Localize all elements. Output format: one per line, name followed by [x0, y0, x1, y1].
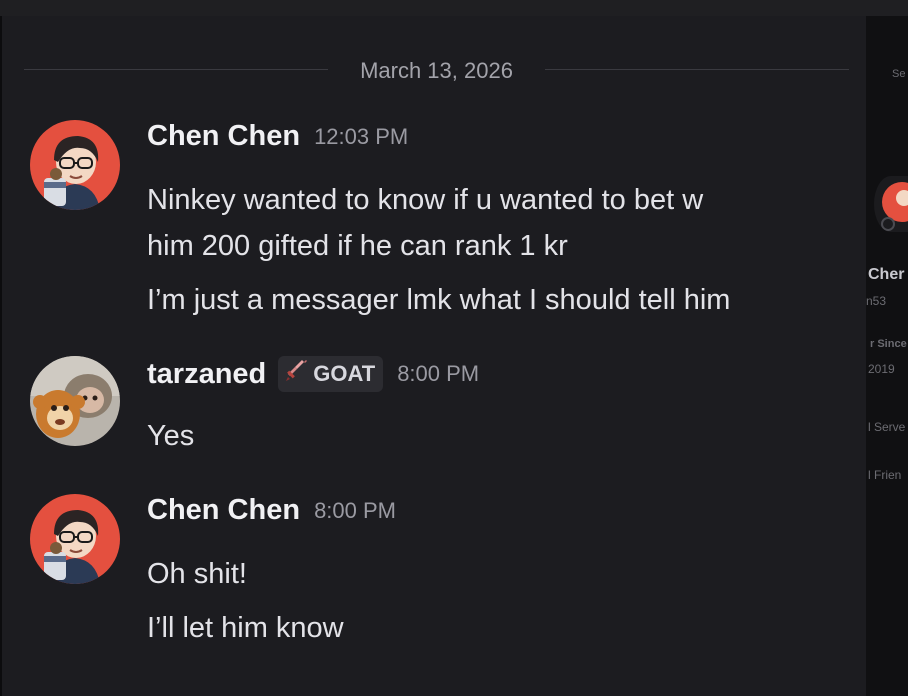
date-divider: March 13, 2026 [24, 58, 849, 83]
timestamp[interactable]: 8:00 PM [314, 498, 396, 524]
mutual-servers-label[interactable]: l Serve [868, 420, 905, 434]
sword-icon [284, 359, 313, 389]
username[interactable]: Chen Chen [147, 494, 300, 527]
avatar-tarzaned[interactable] [30, 356, 120, 446]
username[interactable]: tarzaned [147, 358, 266, 391]
divider-line-right [545, 69, 849, 70]
chat-panel: March 13, 2026 Chen Chen 12:03 PM Ninkey … [2, 16, 866, 696]
member-since-year: 2019 [868, 362, 895, 376]
message-text: Ninkey wanted to know if u wanted to bet… [147, 184, 704, 216]
profile-avatar[interactable] [874, 176, 908, 232]
timestamp[interactable]: 12:03 PM [314, 124, 408, 150]
divider-line-left [24, 69, 328, 70]
username[interactable]: Chen Chen [147, 120, 300, 153]
member-since-label: r Since [870, 338, 907, 350]
message-group: Chen Chen 12:03 PM Ninkey wanted to know … [30, 120, 860, 320]
message-text: I’ll let him know [147, 612, 344, 644]
avatar-chen-chen[interactable] [30, 120, 120, 210]
profile-top-label: Se [892, 68, 906, 80]
message-group: tarzaned GOAT 8:00 PM Yes [30, 356, 860, 456]
server-tag[interactable]: GOAT [278, 356, 384, 392]
mutual-friends-label[interactable]: l Frien [868, 468, 901, 482]
profile-handle: n53 [866, 294, 887, 308]
profile-panel: Se Cher n53 r Since 2019 l Serve l Frien [866, 16, 908, 696]
profile-name: Cher [868, 266, 905, 283]
timestamp[interactable]: 8:00 PM [397, 361, 479, 387]
message-text: I’m just a messager lmk what I should te… [147, 284, 731, 316]
date-divider-label: March 13, 2026 [360, 58, 513, 83]
message-header: tarzaned GOAT 8:00 PM [147, 356, 479, 396]
message-header: Chen Chen 8:00 PM [147, 494, 396, 534]
message-text: him 200 gifted if he can rank 1 kr [147, 230, 568, 262]
server-tag-label: GOAT [313, 361, 376, 386]
window-top-strip [0, 0, 908, 16]
message-header: Chen Chen 12:03 PM [147, 120, 408, 160]
avatar-chen-chen[interactable] [30, 494, 120, 584]
message-group: Chen Chen 8:00 PM Oh shit! I’ll let him k… [30, 494, 860, 654]
message-text: Oh shit! [147, 558, 247, 590]
message-text: Yes [147, 420, 195, 452]
